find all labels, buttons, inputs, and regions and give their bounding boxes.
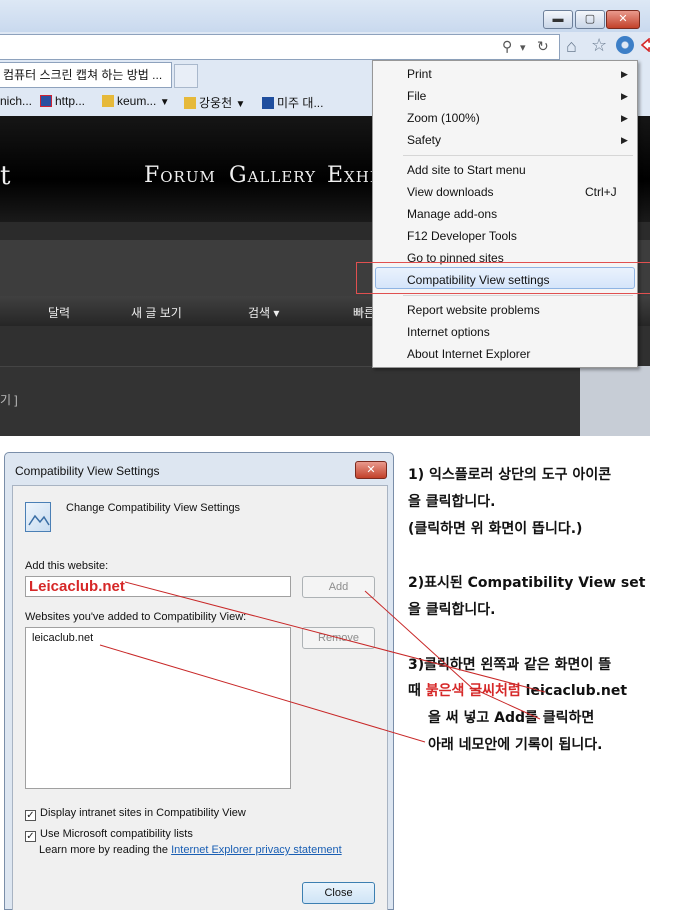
checkbox-intranet-row: ✓ Display intranet sites in Compatibility…: [25, 807, 246, 821]
address-bar[interactable]: ⚲ ▾ ↻: [0, 34, 560, 60]
gear-icon[interactable]: [616, 36, 634, 54]
websites-list-label: Websites you've added to Compatibility V…: [25, 611, 247, 623]
menu-separator: [403, 295, 633, 296]
step-2-line: 2)표시된 Compatibility View set: [408, 575, 646, 591]
nav-forum[interactable]: Forum: [144, 163, 216, 188]
dialog-title: Compatibility View Settings: [15, 464, 160, 478]
checkbox-intranet[interactable]: ✓: [25, 810, 36, 821]
u-icon: [262, 97, 274, 109]
folder-icon: [184, 97, 196, 109]
shortcut-text: Ctrl+J: [585, 185, 617, 199]
menu-new-posts[interactable]: 새 글 보기: [131, 304, 182, 321]
checkbox-ms-lists[interactable]: ✓: [25, 831, 36, 842]
step-2-line: 을 클릭합니다.: [408, 602, 496, 618]
minimize-button[interactable]: ▬: [543, 10, 573, 29]
checkbox-label: Display intranet sites in Compatibility …: [40, 807, 246, 819]
add-website-label: Add this website:: [25, 560, 109, 572]
annotation-highlight-box: [356, 262, 650, 294]
refresh-icon[interactable]: ↻: [537, 38, 549, 55]
submenu-arrow-icon: ▶: [621, 113, 628, 123]
add-button[interactable]: Add: [302, 576, 375, 598]
menu-item-safety[interactable]: Safety: [407, 133, 441, 147]
dialog-close-button[interactable]: ✕: [355, 461, 387, 479]
favorite-item[interactable]: http...: [40, 94, 85, 108]
websites-list[interactable]: leicaclub.net: [25, 627, 291, 789]
menu-item-add-site-start[interactable]: Add site to Start menu: [407, 163, 526, 177]
title-bar: ▬ ▢ ✕: [0, 0, 650, 32]
checkbox-ms-lists-row: ✓ Use Microsoft compatibility lists: [25, 828, 193, 842]
submenu-arrow-icon: ▶: [621, 91, 628, 101]
tools-dropdown-menu: Print ▶ File ▶ Zoom (100%) ▶ Safety ▶ Ad…: [372, 60, 638, 368]
favorite-item[interactable]: 강웅천 ▼: [184, 94, 245, 111]
dialog-body: Change Compatibility View Settings Add t…: [12, 485, 388, 910]
site-content-area: [0, 366, 580, 436]
maximize-button[interactable]: ▢: [575, 10, 605, 29]
favorite-item[interactable]: nich...: [0, 94, 32, 108]
close-button[interactable]: Close: [302, 882, 375, 904]
site-sidebar: [580, 366, 650, 436]
list-item[interactable]: leicaclub.net: [32, 632, 93, 644]
step-3-line: 을 써 넣고 Add를 클릭하면: [428, 710, 595, 726]
chevron-down-icon[interactable]: ▾: [520, 41, 526, 54]
tab-active[interactable]: 컴퓨터 스크린 캡쳐 하는 방법 ...: [0, 62, 172, 88]
step-3-line: 때 붉은색 글씨처럼 leicaclub.net: [408, 683, 628, 699]
compatibility-view-dialog: Compatibility View Settings ✕ Change Com…: [4, 452, 394, 910]
add-website-input[interactable]: Leicaclub.net: [25, 576, 291, 597]
compatibility-icon: [25, 502, 51, 532]
menu-item-about-ie[interactable]: About Internet Explorer: [407, 347, 530, 361]
remove-button[interactable]: Remove: [302, 627, 375, 649]
favorite-item[interactable]: 미주 대...: [262, 94, 323, 111]
dialog-header: Change Compatibility View Settings: [66, 502, 241, 514]
red-arrow-icon: [641, 38, 650, 52]
step-3-line: 3)클릭하면 왼쪽과 같은 화면이 뜰: [408, 657, 612, 673]
new-tab-button[interactable]: [174, 64, 198, 88]
learn-more-text: Learn more by reading the Internet Explo…: [39, 844, 342, 856]
close-window-button[interactable]: ✕: [606, 10, 640, 29]
step-1-line: 을 클릭합니다.: [408, 494, 496, 510]
menu-item-f12-tools[interactable]: F12 Developer Tools: [407, 229, 517, 243]
favorite-item[interactable]: keum... ▼: [102, 94, 170, 108]
checkbox-label: Use Microsoft compatibility lists: [40, 828, 193, 840]
menu-item-view-downloads[interactable]: View downloads: [407, 185, 494, 199]
menu-item-manage-addons[interactable]: Manage add-ons: [407, 207, 497, 221]
site-icon: [40, 95, 52, 107]
submenu-arrow-icon: ▶: [621, 69, 628, 79]
menu-calendar[interactable]: 달력: [48, 304, 70, 321]
red-text: 붉은색 글씨처럼: [425, 683, 521, 699]
menu-item-report-problems[interactable]: Report website problems: [407, 303, 540, 317]
nav-gallery[interactable]: Gallery: [229, 163, 316, 188]
banner-logo-text: t: [0, 161, 11, 191]
privacy-statement-link[interactable]: Internet Explorer privacy statement: [171, 844, 342, 856]
menu-item-file[interactable]: File: [407, 89, 426, 103]
menu-item-zoom[interactable]: Zoom (100%): [407, 111, 480, 125]
step-3-line: 아래 네모안에 기록이 됩니다.: [428, 737, 603, 753]
menu-search[interactable]: 검색 ▾: [248, 304, 279, 321]
submenu-arrow-icon: ▶: [621, 135, 628, 145]
ie-browser-window: ▬ ▢ ✕ ⚲ ▾ ↻ ⌂ ☆ 1 컴퓨터 스크린 캡쳐 하는 방법 ... n…: [0, 0, 650, 436]
home-icon[interactable]: ⌂: [566, 36, 577, 57]
menu-item-print[interactable]: Print: [407, 67, 432, 81]
favorites-star-icon[interactable]: ☆: [591, 35, 607, 56]
step-1-line: (클릭하면 위 화면이 뜹니다.): [408, 521, 583, 537]
search-icon[interactable]: ⚲: [502, 38, 512, 55]
menu-separator: [403, 155, 633, 156]
folder-icon: [102, 95, 114, 107]
menu-item-internet-options[interactable]: Internet options: [407, 325, 490, 339]
site-text: 기 ]: [0, 393, 18, 407]
step-1-line: 1) 익스플로러 상단의 도구 아이콘: [408, 467, 612, 483]
